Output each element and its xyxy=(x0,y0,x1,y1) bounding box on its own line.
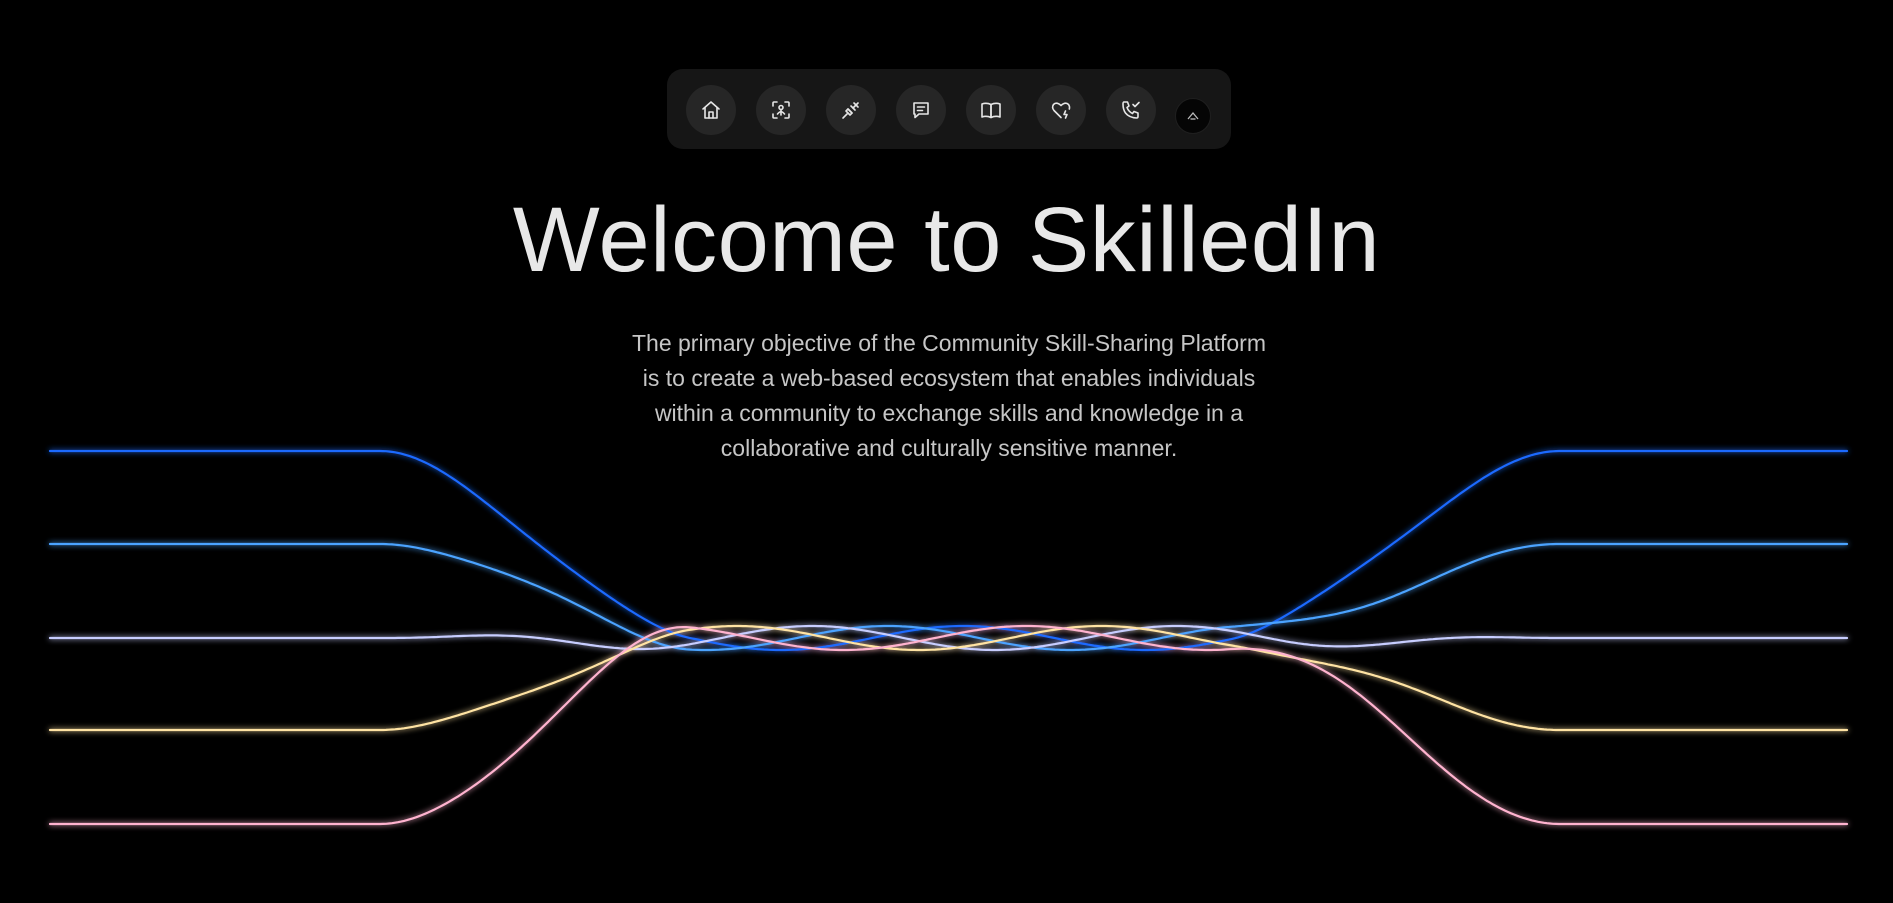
avatar-icon xyxy=(1187,111,1199,120)
learn-button[interactable] xyxy=(966,85,1016,135)
wave-line-blue-light xyxy=(48,542,1849,652)
wave-line-blue-dark xyxy=(48,449,1849,652)
scan-icon xyxy=(772,101,790,119)
favorites-button[interactable] xyxy=(1036,85,1086,135)
calls-button[interactable] xyxy=(1106,85,1156,135)
nav-dock xyxy=(667,69,1231,149)
landing-page: Welcome to SkilledIn The primary objecti… xyxy=(0,0,1893,903)
messages-button[interactable] xyxy=(896,85,946,135)
message-icon xyxy=(913,102,929,119)
phone-check-icon xyxy=(1122,101,1140,119)
home-icon xyxy=(702,101,720,119)
wave-line-lavender xyxy=(48,624,1849,652)
wave-line-pink xyxy=(48,624,1849,826)
hero-description: The primary objective of the Community S… xyxy=(631,330,1266,461)
heart-pulse-icon xyxy=(1051,102,1071,119)
plug-icon xyxy=(842,102,859,119)
wave-line-yellow xyxy=(48,624,1849,732)
connect-button[interactable] xyxy=(826,85,876,135)
scan-button[interactable] xyxy=(756,85,806,135)
user-avatar[interactable] xyxy=(1175,98,1211,134)
home-button[interactable] xyxy=(686,85,736,135)
page-title: Welcome to SkilledIn xyxy=(512,189,1381,291)
book-icon xyxy=(981,102,1001,119)
